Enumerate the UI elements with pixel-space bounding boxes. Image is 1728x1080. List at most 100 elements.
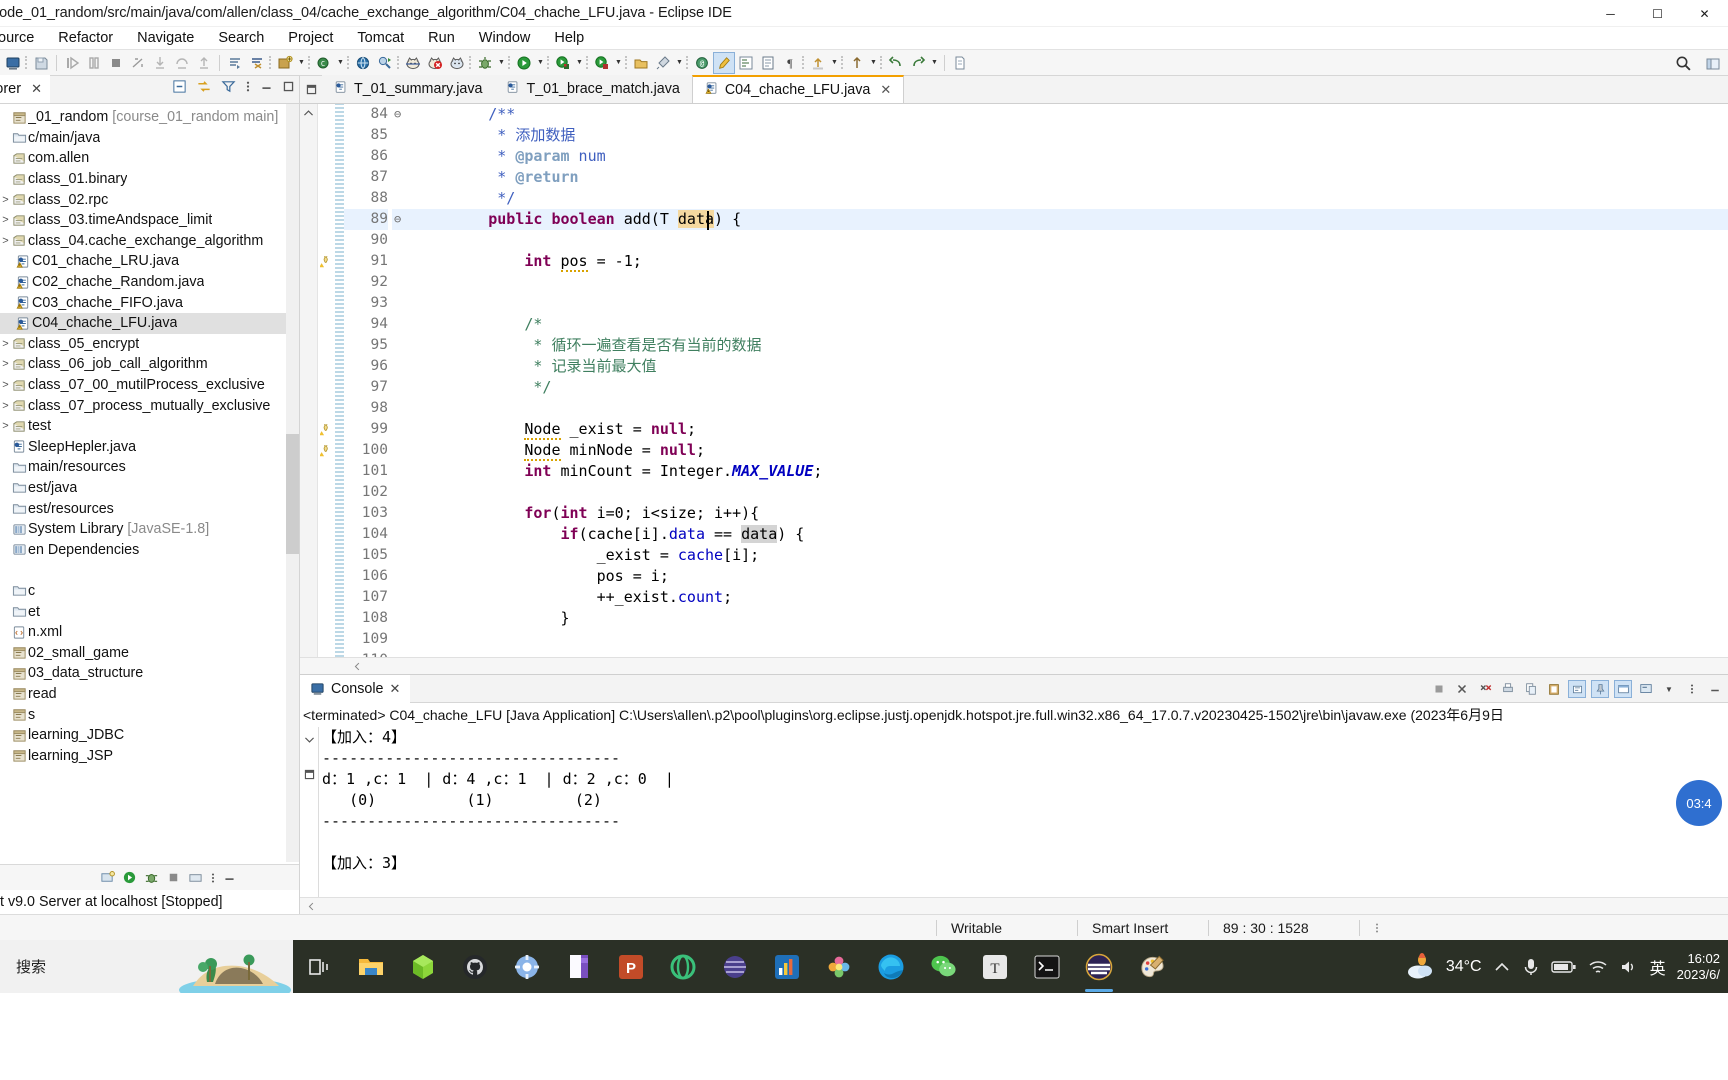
tree-item-class-05-encrypt[interactable]: > class_05_encrypt <box>0 334 299 355</box>
tree-item-et[interactable]: et <box>0 601 299 622</box>
code-line[interactable]: int minCount = Integer.MAX_VALUE; <box>416 461 1728 482</box>
view-menu-icon[interactable] <box>210 871 216 885</box>
paint-icon[interactable] <box>1125 940 1177 993</box>
status-view-menu-icon[interactable] <box>1360 915 1394 941</box>
view-menu-icon[interactable] <box>245 79 251 94</box>
github-icon[interactable] <box>449 940 501 993</box>
new-server-icon[interactable] <box>100 870 115 885</box>
debug-server-icon[interactable] <box>144 870 159 885</box>
editor-marker-column[interactable] <box>318 104 335 657</box>
menu-help[interactable]: Help <box>542 30 596 46</box>
code-line[interactable]: ++_exist.count; <box>416 587 1728 608</box>
new-java-project-icon[interactable] <box>274 52 296 74</box>
powerpoint-icon[interactable]: P <box>605 940 657 993</box>
code-line[interactable]: for(int i=0; i<size; i++){ <box>416 503 1728 524</box>
code-line[interactable]: } <box>416 608 1728 629</box>
file-explorer-icon[interactable] <box>345 940 397 993</box>
server-status-row[interactable]: t v9.0 Server at localhost [Stopped] <box>0 890 299 914</box>
typora-icon[interactable]: T <box>969 940 1021 993</box>
paste-icon[interactable] <box>1545 680 1563 698</box>
tree-item-c02-chache-random-java[interactable]: C02_chache_Random.java <box>0 272 299 293</box>
onenote-icon[interactable] <box>553 940 605 993</box>
pilcrow-icon[interactable]: ¶ <box>779 52 801 74</box>
tree-item-c04-chache-lfu-java[interactable]: C04_chache_LFU.java <box>0 312 299 334</box>
tree-item-class-02-rpc[interactable]: > class_02.rpc <box>0 189 299 210</box>
chevron-right-icon[interactable]: > <box>0 379 11 391</box>
terminate-icon[interactable] <box>105 52 127 74</box>
close-icon[interactable]: ✕ <box>880 82 891 98</box>
resume-icon[interactable] <box>61 52 83 74</box>
code-editor[interactable]: 84 85 86 87 88 89 90 91 92 93 94 95 96 97 98 99 100 101 10… <box>300 104 1728 657</box>
show-whitespace-icon[interactable] <box>735 52 757 74</box>
copy-icon[interactable] <box>1522 680 1540 698</box>
back-icon[interactable] <box>885 52 907 74</box>
tree-item-02-small-game[interactable]: 02_small_game <box>0 642 299 663</box>
search-icon[interactable] <box>1672 53 1694 75</box>
box-icon[interactable] <box>397 940 449 993</box>
chevron-down-icon[interactable]: ▼ <box>868 52 879 74</box>
code-line[interactable]: /* <box>416 314 1728 335</box>
chevron-down-icon[interactable]: ▼ <box>929 52 940 74</box>
stop-server-icon[interactable] <box>166 870 181 885</box>
tree-item-com-allen[interactable]: com.allen <box>0 148 299 169</box>
microphone-icon[interactable] <box>1522 957 1540 977</box>
chevron-right-icon[interactable]: > <box>0 400 11 412</box>
tree-item-03-data-structure[interactable]: 03_data_structure <box>0 663 299 684</box>
editor-tab-t-01-summary-java[interactable]: T_01_summary.java <box>322 75 495 103</box>
code-line[interactable] <box>416 272 1728 293</box>
step-over-icon[interactable] <box>171 52 193 74</box>
open-perspective-icon[interactable] <box>630 52 652 74</box>
chevron-right-icon[interactable]: > <box>0 235 11 247</box>
tab-project-explorer[interactable]: plorer ✕ <box>0 75 50 103</box>
warning-marker-icon[interactable] <box>318 251 335 272</box>
chevron-right-icon[interactable]: > <box>0 358 11 370</box>
menu-window[interactable]: Window <box>467 30 543 46</box>
warning-marker-icon[interactable] <box>318 419 335 440</box>
code-line[interactable] <box>416 650 1728 657</box>
publish-icon[interactable] <box>188 870 203 885</box>
close-button[interactable]: ✕ <box>1681 0 1728 27</box>
minimize-icon[interactable] <box>260 80 273 93</box>
chevron-down-icon[interactable]: ▼ <box>1660 680 1678 698</box>
battery-icon[interactable] <box>1550 959 1577 975</box>
tree-item-blank[interactable] <box>0 560 299 581</box>
run-external-tools-icon[interactable] <box>552 52 574 74</box>
code-line[interactable]: Node minNode = null; <box>416 440 1728 461</box>
code-line[interactable]: _exist = cache[i]; <box>416 545 1728 566</box>
tree-item-est-resources[interactable]: est/resources <box>0 498 299 519</box>
tree-item-class-04-cache-exchange-algorithm[interactable]: > class_04.cache_exchange_algorithm <box>0 231 299 252</box>
remove-all-icon[interactable] <box>1476 680 1494 698</box>
code-line[interactable]: * @param num <box>416 146 1728 167</box>
warning-marker-icon[interactable] <box>318 440 335 461</box>
code-line[interactable] <box>416 482 1728 503</box>
code-line[interactable] <box>416 293 1728 314</box>
code-line[interactable]: Node _exist = null; <box>416 419 1728 440</box>
chevron-down-icon[interactable]: ▼ <box>496 52 507 74</box>
toggle-highlight-icon[interactable] <box>713 51 735 74</box>
next-annotation-icon[interactable] <box>224 52 246 74</box>
flower-icon[interactable] <box>813 940 865 993</box>
disconnect-icon[interactable] <box>127 52 149 74</box>
run-icon[interactable] <box>513 52 535 74</box>
chevron-down-icon[interactable]: ▼ <box>829 52 840 74</box>
menu-refactor[interactable]: Refactor <box>46 30 125 46</box>
ime-indicator[interactable]: 英 <box>1650 955 1666 979</box>
chevron-down-icon[interactable]: ▼ <box>535 52 546 74</box>
code-line[interactable]: * 循环一遍查看是否有当前的数据 <box>416 335 1728 356</box>
editor-tab-t-01-brace-match-java[interactable]: T_01_brace_match.java <box>494 75 692 103</box>
block-selection-icon[interactable] <box>757 52 779 74</box>
tree-item-class-01-binary[interactable]: class_01.binary <box>0 169 299 190</box>
wechat-icon[interactable] <box>917 940 969 993</box>
external-tools-icon[interactable] <box>652 52 674 74</box>
save-icon[interactable] <box>30 52 52 74</box>
search-reference-icon[interactable] <box>374 52 396 74</box>
new-file-icon[interactable] <box>949 52 971 74</box>
tomcat-stop-icon[interactable] <box>424 52 446 74</box>
tree-item-test[interactable]: > test <box>0 416 299 437</box>
code-line[interactable]: * @return <box>416 167 1728 188</box>
minimize-button[interactable]: ─ <box>1587 0 1634 27</box>
tree-item-class-07-process-mutually-exclusive[interactable]: > class_07_process_mutually_exclusive <box>0 395 299 416</box>
tree-item-class-06-job-call-algorithm[interactable]: > class_06_job_call_algorithm <box>0 354 299 375</box>
moon-icon[interactable] <box>709 940 761 993</box>
network-icon[interactable] <box>1588 958 1608 976</box>
